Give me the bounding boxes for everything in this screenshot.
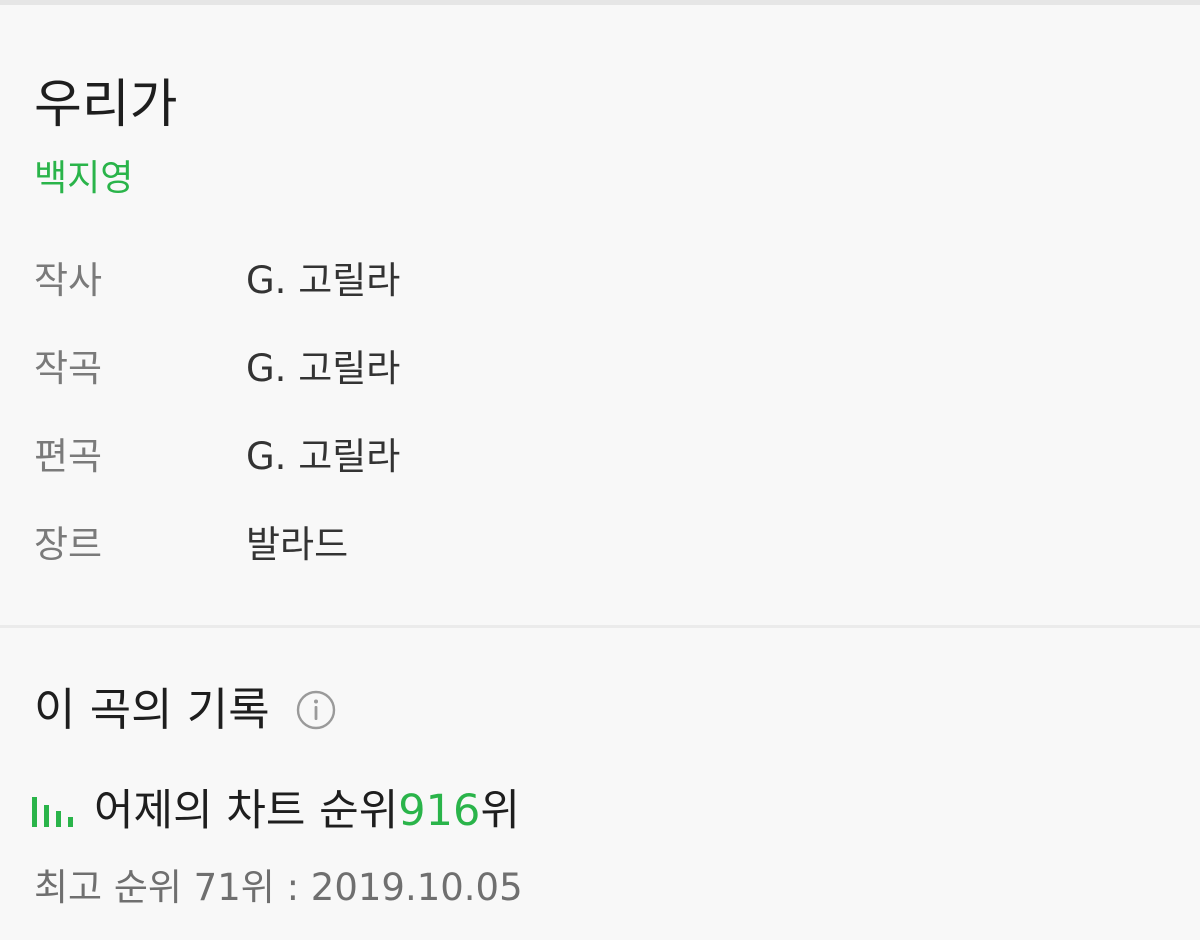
- song-title: 우리가: [34, 75, 178, 135]
- info-circle-icon[interactable]: [296, 690, 336, 730]
- credit-value[interactable]: G. 고릴라: [246, 257, 400, 305]
- credit-label: 장르: [34, 523, 103, 566]
- credit-label: 작사: [34, 259, 103, 302]
- chart-rank-label: 어제의 차트 순위: [94, 786, 399, 836]
- record-title: 이 곡의 기록: [34, 683, 270, 736]
- credit-row-arranger: 편곡 G. 고릴라: [34, 433, 934, 521]
- best-rank-text: 최고 순위 71위 : 2019.10.05: [34, 866, 523, 909]
- credit-value: 발라드: [246, 523, 349, 566]
- yesterday-chart-rank: 어제의 차트 순위 916 위: [32, 783, 520, 839]
- credit-row-composer: 작곡 G. 고릴라: [34, 345, 934, 433]
- credit-label: 작곡: [34, 347, 103, 390]
- chart-rank-value: 916: [398, 786, 481, 836]
- chart-rank-suffix: 위: [480, 786, 520, 836]
- song-info-section: 우리가 백지영 작사 G. 고릴라 작곡 G. 고릴라 편곡 G. 고릴라 장르…: [0, 5, 1200, 625]
- song-record-section: 이 곡의 기록 어제의 차트 순위 916 위 최고 순위 71위 : 2019…: [0, 628, 1200, 940]
- record-header: 이 곡의 기록: [34, 682, 336, 738]
- bar-chart-icon: [32, 795, 74, 827]
- credit-row-lyricist: 작사 G. 고릴라: [34, 257, 934, 345]
- credit-value[interactable]: G. 고릴라: [246, 433, 400, 481]
- credit-label: 편곡: [34, 435, 103, 478]
- artist-link[interactable]: 백지영: [34, 157, 133, 201]
- credit-value[interactable]: G. 고릴라: [246, 345, 400, 393]
- credits-list: 작사 G. 고릴라 작곡 G. 고릴라 편곡 G. 고릴라 장르 발라드: [34, 257, 934, 609]
- credit-row-genre: 장르 발라드: [34, 521, 934, 609]
